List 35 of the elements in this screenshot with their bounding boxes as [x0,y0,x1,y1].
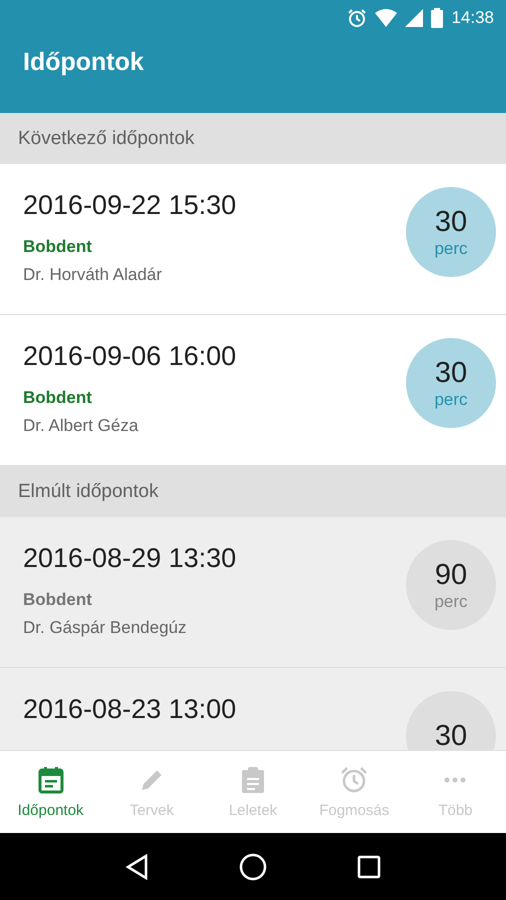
section-header: Elmúlt időpontok [0,466,506,517]
appointment-card[interactable]: 2016-08-29 13:30 Bobdent Dr. Gáspár Bendegúz 90 perc [0,517,506,668]
clinic-name: Bobdent [23,237,92,257]
home-icon[interactable] [239,852,267,880]
signal-icon [405,9,424,27]
duration-unit: perc [434,238,468,258]
doctor-name: Dr. Gáspár Bendegúz [23,618,186,638]
appointment-datetime: 2016-08-29 13:30 [23,543,236,574]
alarm-clock-icon [340,766,368,794]
duration-unit: perc [434,592,468,612]
duration-minutes: 30 [434,206,468,238]
appointment-datetime: 2016-09-06 16:00 [23,341,236,372]
wifi-icon [375,9,398,27]
alarm-clock-icon [347,8,368,28]
battery-icon [431,8,444,28]
doctor-name: Dr. Horváth Aladár [23,265,162,285]
appointment-datetime: 2016-08-23 13:00 [23,694,236,725]
recents-icon[interactable] [357,854,381,878]
clinic-name: Bobdent [23,590,92,610]
duration-minutes: 90 [434,558,468,592]
appointment-datetime: 2016-09-22 15:30 [23,190,236,221]
status-time: 14:38 [451,8,494,28]
clipboard-icon [241,766,265,794]
section-header: Következő időpontok [0,113,506,164]
duration-unit: perc [434,390,468,410]
more-icon [443,776,468,784]
appointment-card[interactable]: 2016-08-23 13:00 30 [0,668,506,750]
calendar-icon [38,766,64,794]
doctor-name: Dr. Albert Géza [23,416,138,436]
duration-minutes: 30 [434,720,468,750]
nav-tab[interactable]: Időpontok [0,751,102,833]
app-title: Időpontok [22,47,145,77]
duration-minutes: 30 [434,356,468,390]
back-icon[interactable] [125,854,149,880]
clinic-name: Bobdent [23,388,92,408]
